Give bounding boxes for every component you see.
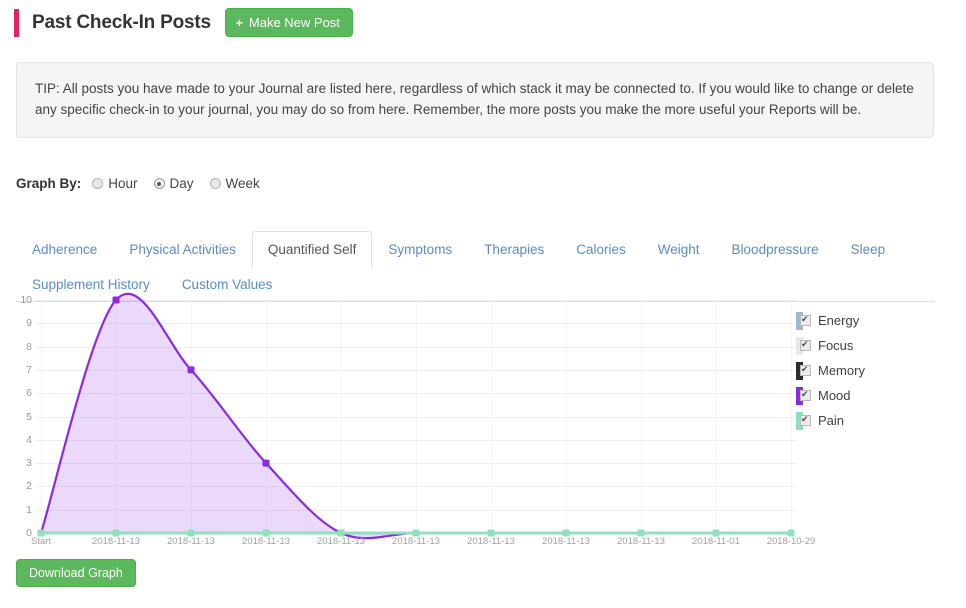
legend-checkbox[interactable]	[800, 414, 811, 426]
legend-checkbox[interactable]	[800, 314, 811, 326]
make-new-post-button[interactable]: + Make New Post	[224, 8, 353, 37]
tab-symptoms[interactable]: Symptoms	[372, 231, 468, 267]
y-axis-tick-label: 9	[26, 317, 32, 330]
tab-sleep[interactable]: Sleep	[835, 231, 902, 267]
tab-physical-activities[interactable]: Physical Activities	[113, 231, 252, 267]
legend-label: Memory	[818, 363, 865, 378]
tab-label: Symptoms	[388, 242, 453, 257]
radio-day-icon[interactable]	[153, 178, 165, 189]
legend-checkbox[interactable]	[800, 364, 811, 376]
page-header: Past Check-In Posts + Make New Post	[0, 8, 353, 37]
legend-label: Mood	[818, 388, 851, 403]
page-root: Past Check-In Posts + Make New Post TIP:…	[0, 0, 966, 608]
y-axis-tick-label: 4	[26, 433, 32, 446]
legend-label: Focus	[818, 338, 854, 353]
legend-label: Energy	[818, 313, 860, 328]
series-data-point[interactable]	[187, 366, 195, 374]
x-axis-tick-label: 2018-11-13	[92, 536, 140, 547]
tip-text: TIP: All posts you have made to your Jou…	[35, 81, 914, 117]
tab-calories[interactable]: Calories	[560, 231, 642, 267]
series-data-point[interactable]	[112, 296, 120, 304]
tip-banner: TIP: All posts you have made to your Jou…	[16, 62, 934, 138]
legend-checkbox[interactable]	[800, 389, 811, 401]
graph-by-day-label: Day	[169, 176, 194, 191]
y-axis-tick-label: 5	[26, 410, 32, 423]
y-axis-tick-label: 2	[26, 480, 32, 493]
x-axis-tick-label: 2018-11-13	[167, 536, 215, 547]
x-axis-tick-label: 2018-11-13	[317, 536, 365, 547]
legend-item-memory[interactable]: Memory	[796, 358, 865, 383]
radio-week-icon[interactable]	[209, 178, 221, 189]
tab-adherence[interactable]: Adherence	[16, 231, 113, 267]
series-area-fill	[41, 293, 791, 539]
y-axis-tick-label: 8	[26, 340, 32, 353]
chart-tabs-row: Adherence Physical Activities Quantified S…	[16, 231, 934, 301]
legend-label: Pain	[818, 413, 845, 428]
chart-x-axis: Start 2018-11-13 2018-11-13 2018-11-13 2018-…	[31, 536, 815, 554]
y-axis-tick-label: 3	[26, 457, 32, 470]
plus-icon: +	[235, 15, 243, 30]
legend-item-focus[interactable]: Focus	[796, 333, 865, 358]
graph-by-option-week[interactable]: Week	[205, 176, 269, 191]
graph-by-label: Graph By:	[16, 176, 82, 191]
x-axis-tick-label: 2018-11-01	[692, 536, 740, 547]
y-axis-tick-label: 7	[26, 363, 32, 376]
tab-label: Bloodpressure	[731, 242, 819, 257]
tab-label: Calories	[576, 242, 626, 257]
make-new-post-label: Make New Post	[248, 15, 340, 30]
chart-plot-area	[36, 292, 796, 540]
y-axis-tick-label: 1	[26, 503, 32, 516]
tab-label: Physical Activities	[129, 242, 236, 257]
x-axis-tick-label: 2018-11-13	[467, 536, 515, 547]
legend-checkbox[interactable]	[800, 339, 811, 351]
tab-therapies[interactable]: Therapies	[468, 231, 560, 267]
tab-weight[interactable]: Weight	[642, 231, 716, 267]
download-graph-label: Download Graph	[29, 566, 123, 580]
tab-bloodpressure[interactable]: Bloodpressure	[716, 231, 835, 267]
x-axis-tick-label: Start	[30, 536, 52, 547]
tab-custom-values[interactable]: Custom Values	[166, 266, 289, 302]
tab-label: Weight	[657, 242, 700, 257]
x-axis-tick-label: 2018-11-13	[542, 536, 590, 547]
tab-label: Therapies	[484, 242, 545, 257]
download-graph-button[interactable]: Download Graph	[16, 559, 136, 587]
y-axis-tick-label: 6	[26, 387, 32, 400]
tab-label: Sleep	[850, 242, 886, 257]
legend-item-energy[interactable]: Energy	[796, 308, 865, 333]
legend-item-mood[interactable]: Mood	[796, 383, 865, 408]
x-axis-tick-label: 2018-11-13	[392, 536, 440, 547]
series-mood	[37, 292, 793, 540]
tab-label: Adherence	[32, 242, 98, 257]
x-axis-tick-label: 2018-11-13	[617, 536, 665, 547]
chart-tabs: Adherence Physical Activities Quantified S…	[16, 231, 934, 303]
chart-y-axis: 0 1 2 3 4 5 6 7 8 9 10	[14, 294, 36, 539]
chart-series-layer	[37, 292, 795, 540]
y-axis-tick-label: 10	[20, 294, 32, 306]
tab-supplement-history[interactable]: Supplement History	[16, 266, 166, 302]
graph-by-option-day[interactable]: Day	[149, 176, 203, 191]
legend-item-pain[interactable]: Pain	[796, 408, 865, 433]
tab-label: Custom Values	[181, 277, 273, 293]
page-title: Past Check-In Posts	[32, 11, 211, 33]
x-axis-tick-label: 2018-10-29	[766, 536, 816, 547]
title-accent-bar	[14, 8, 19, 37]
chart-legend: Energy Focus Memory Mood Pain	[796, 308, 865, 433]
tab-label: Quantified Self	[267, 242, 357, 257]
radio-hour-icon[interactable]	[92, 178, 104, 189]
x-axis-tick-label: 2018-11-13	[242, 536, 290, 547]
graph-by-hour-label: Hour	[108, 176, 138, 191]
graph-by-option-hour[interactable]: Hour	[87, 176, 146, 191]
tab-label: Supplement History	[32, 277, 150, 293]
series-data-point[interactable]	[262, 459, 270, 467]
tab-quantified-self[interactable]: Quantified Self	[251, 231, 373, 268]
graph-by-week-label: Week	[225, 176, 260, 191]
graph-by-control: Graph By: Hour Day Week	[16, 176, 271, 191]
